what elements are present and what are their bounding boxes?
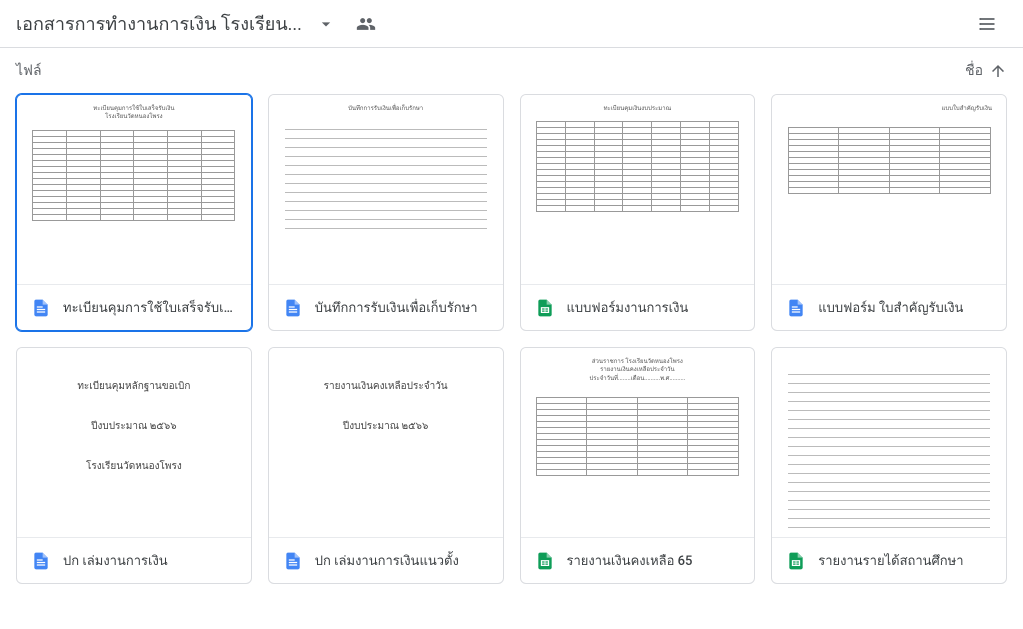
arrow-up-icon — [989, 62, 1007, 80]
sort-label: ชื่อ — [965, 60, 983, 82]
folder-title: เอกสารการทำงานการเงิน โรงเรียน... — [16, 9, 302, 38]
file-card[interactable]: ทะเบียนคุมการใช้ใบเสร็จรับเงินโรงเรียนวั… — [16, 94, 252, 331]
sheets-icon — [786, 551, 806, 571]
section-label: ไฟล์ — [16, 60, 42, 82]
list-view-icon[interactable] — [967, 4, 1007, 44]
file-name: แบบฟอร์มงานการเงิน — [567, 297, 689, 318]
docs-icon — [283, 551, 303, 571]
sheets-icon — [535, 298, 555, 318]
dropdown-icon[interactable] — [306, 4, 346, 44]
docs-icon — [31, 298, 51, 318]
file-thumbnail: ทะเบียนคุมเงินงบประมาณ — [521, 95, 755, 285]
sheets-icon — [535, 551, 555, 571]
file-card[interactable]: บันทึกการรับเงินเพื่อเก็บรักษาบันทึกการร… — [268, 94, 504, 331]
docs-icon — [31, 551, 51, 571]
file-thumbnail — [772, 348, 1006, 538]
file-card[interactable]: ส่วนราชการ โรงเรียนวัดหนองโพรงรายงานเงิน… — [520, 347, 756, 584]
file-name: บันทึกการรับเงินเพื่อเก็บรักษา — [315, 297, 478, 318]
docs-icon — [786, 298, 806, 318]
file-card[interactable]: รายงานเงินคงเหลือประจำวันปีงบประมาณ ๒๕๖๖… — [268, 347, 504, 584]
file-thumbnail: รายงานเงินคงเหลือประจำวันปีงบประมาณ ๒๕๖๖ — [269, 348, 503, 538]
share-people-icon[interactable] — [346, 4, 386, 44]
sort-control[interactable]: ชื่อ — [965, 60, 1007, 82]
file-thumbnail: แบบใบสำคัญรับเงิน — [772, 95, 1006, 285]
file-thumbnail: ส่วนราชการ โรงเรียนวัดหนองโพรงรายงานเงิน… — [521, 348, 755, 538]
file-card[interactable]: แบบใบสำคัญรับเงินแบบฟอร์ม ใบสำคัญรับเงิน — [771, 94, 1007, 331]
file-name: ปก เล่มงานการเงิน — [63, 550, 168, 571]
file-name: ปก เล่มงานการเงินแนวตั้ง — [315, 550, 459, 571]
file-name: แบบฟอร์ม ใบสำคัญรับเงิน — [818, 297, 963, 318]
file-thumbnail: ทะเบียนคุมการใช้ใบเสร็จรับเงินโรงเรียนวั… — [17, 95, 251, 285]
file-card[interactable]: รายงานรายได้สถานศึกษา — [771, 347, 1007, 584]
file-card[interactable]: ทะเบียนคุมหลักฐานขอเบิกปีงบประมาณ ๒๕๖๖โร… — [16, 347, 252, 584]
file-name: รายงานเงินคงเหลือ 65 — [567, 550, 693, 571]
file-card[interactable]: ทะเบียนคุมเงินงบประมาณแบบฟอร์มงานการเงิน — [520, 94, 756, 331]
file-name: ทะเบียนคุมการใช้ใบเสร็จรับเงิน — [63, 297, 237, 318]
file-thumbnail: ทะเบียนคุมหลักฐานขอเบิกปีงบประมาณ ๒๕๖๖โร… — [17, 348, 251, 538]
file-thumbnail: บันทึกการรับเงินเพื่อเก็บรักษา — [269, 95, 503, 285]
docs-icon — [283, 298, 303, 318]
file-name: รายงานรายได้สถานศึกษา — [818, 550, 963, 571]
